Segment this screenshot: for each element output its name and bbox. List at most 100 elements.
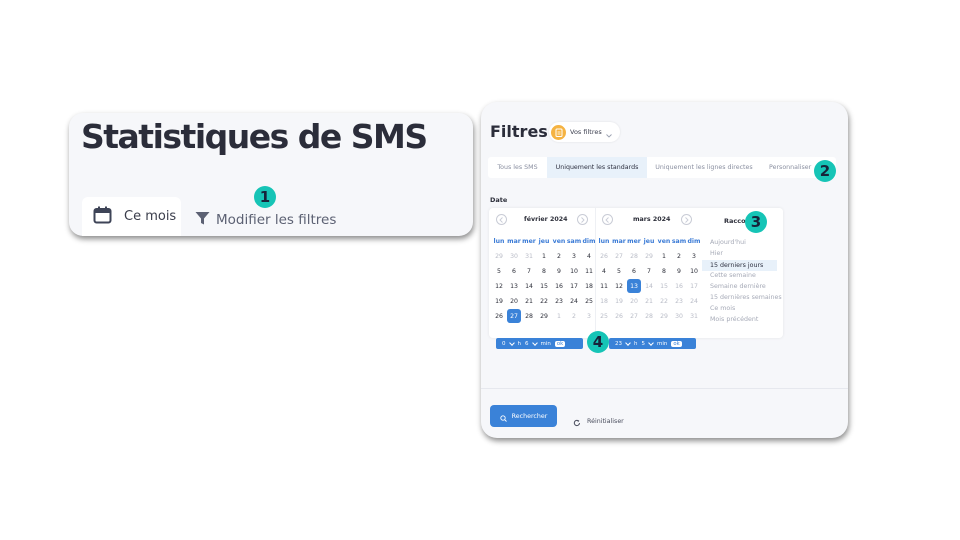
- calendar-day[interactable]: 22: [537, 294, 551, 308]
- end-time-ok-button[interactable]: ok: [671, 340, 682, 347]
- calendar-day[interactable]: 5: [492, 264, 506, 278]
- calendar-day[interactable]: 31: [687, 309, 701, 323]
- calendar-day[interactable]: 5: [612, 264, 626, 278]
- reset-button-label: Réinitialiser: [587, 418, 624, 425]
- calendar-day[interactable]: 20: [507, 294, 521, 308]
- calendar-day[interactable]: 6: [627, 264, 641, 278]
- calendar-day[interactable]: 25: [582, 294, 596, 308]
- tab-standards-only[interactable]: Uniquement les standards: [547, 157, 647, 178]
- calendar-day[interactable]: 23: [672, 294, 686, 308]
- shortcut-today[interactable]: Aujourd'hui: [710, 239, 746, 246]
- calendar-day[interactable]: 16: [552, 279, 566, 293]
- calendar-day[interactable]: 1: [552, 309, 566, 323]
- calendar-day[interactable]: 3: [687, 249, 701, 263]
- calendar-day[interactable]: 13: [507, 279, 521, 293]
- calendar-day[interactable]: 24: [687, 294, 701, 308]
- calendar-day[interactable]: 29: [657, 309, 671, 323]
- calendar-day[interactable]: 27: [612, 249, 626, 263]
- calendar-day[interactable]: 21: [642, 294, 656, 308]
- saved-filters-dropdown[interactable]: Vos filtres: [549, 122, 620, 142]
- end-time-picker[interactable]: 23 h 5 min ok: [609, 338, 696, 349]
- calendar-day[interactable]: 2: [672, 249, 686, 263]
- calendar-day[interactable]: 23: [552, 294, 566, 308]
- calendar-day[interactable]: 10: [687, 264, 701, 278]
- calendar-day[interactable]: 3: [582, 309, 596, 323]
- calendar-day[interactable]: 9: [552, 264, 566, 278]
- calendar-day[interactable]: 12: [492, 279, 506, 293]
- calendar-day-selected[interactable]: 13: [627, 279, 641, 293]
- calendar-day[interactable]: 27: [627, 309, 641, 323]
- calendar-day[interactable]: 18: [597, 294, 611, 308]
- calendar-day[interactable]: 28: [522, 309, 536, 323]
- calendar-day[interactable]: 15: [537, 279, 551, 293]
- calendar-day[interactable]: 15: [657, 279, 671, 293]
- calendar-day[interactable]: 24: [567, 294, 581, 308]
- calendar-day[interactable]: 18: [582, 279, 596, 293]
- calendar-day[interactable]: 2: [567, 309, 581, 323]
- start-hours[interactable]: 0: [502, 341, 506, 347]
- calendar-day[interactable]: 30: [507, 249, 521, 263]
- calendar-day[interactable]: 30: [672, 309, 686, 323]
- shortcut-last-week[interactable]: Semaine dernière: [710, 283, 766, 290]
- end-hours[interactable]: 23: [615, 341, 622, 347]
- end-minutes[interactable]: 5: [642, 341, 646, 347]
- calendar-day[interactable]: 16: [672, 279, 686, 293]
- reset-button[interactable]: Réinitialiser: [573, 412, 624, 431]
- calendar-day[interactable]: 8: [657, 264, 671, 278]
- clipboard-icon: [551, 124, 566, 140]
- calendar-day[interactable]: 17: [687, 279, 701, 293]
- calendar-day[interactable]: 1: [657, 249, 671, 263]
- calendar-day[interactable]: 7: [642, 264, 656, 278]
- calendar-day[interactable]: 29: [642, 249, 656, 263]
- shortcut-last-15-weeks[interactable]: 15 dernières semaines: [710, 294, 782, 301]
- tab-all-sms[interactable]: Tous les SMS: [488, 157, 547, 178]
- period-tab-this-month[interactable]: Ce mois: [82, 197, 181, 236]
- shortcut-this-month[interactable]: Ce mois: [710, 305, 735, 312]
- calendar-day[interactable]: 29: [492, 249, 506, 263]
- calendar-day[interactable]: 10: [567, 264, 581, 278]
- calendar-day[interactable]: 14: [642, 279, 656, 293]
- calendar-day[interactable]: 7: [522, 264, 536, 278]
- calendar-day[interactable]: 11: [597, 279, 611, 293]
- calendar-day[interactable]: 21: [522, 294, 536, 308]
- calendar-day[interactable]: 29: [537, 309, 551, 323]
- calendar-day[interactable]: 2: [552, 249, 566, 263]
- calendar-day[interactable]: 3: [567, 249, 581, 263]
- calendar-day[interactable]: 19: [492, 294, 506, 308]
- calendar-day[interactable]: 12: [612, 279, 626, 293]
- shortcut-previous-month[interactable]: Mois précédent: [710, 316, 758, 323]
- calendar-day[interactable]: 22: [657, 294, 671, 308]
- calendar-day[interactable]: 28: [627, 249, 641, 263]
- search-button-label: Rechercher: [511, 412, 548, 420]
- tab-direct-lines-only[interactable]: Uniquement les lignes directes: [647, 157, 761, 178]
- calendar-day[interactable]: 17: [567, 279, 581, 293]
- calendar-day[interactable]: 11: [582, 264, 596, 278]
- calendar-day[interactable]: 28: [642, 309, 656, 323]
- start-minutes[interactable]: 6: [525, 341, 529, 347]
- calendar-day[interactable]: 26: [597, 249, 611, 263]
- modify-filters-label: Modifier les filtres: [216, 212, 337, 228]
- calendar-day[interactable]: 26: [612, 309, 626, 323]
- prev-month-button[interactable]: [496, 214, 507, 225]
- calendar-day[interactable]: 1: [537, 249, 551, 263]
- search-button[interactable]: Rechercher: [490, 405, 557, 427]
- calendar-day[interactable]: 25: [597, 309, 611, 323]
- calendar-day[interactable]: 19: [612, 294, 626, 308]
- calendar-day[interactable]: 20: [627, 294, 641, 308]
- start-time-ok-button[interactable]: ok: [554, 340, 566, 347]
- calendar-day[interactable]: 4: [582, 249, 596, 263]
- calendar-day[interactable]: 6: [507, 264, 521, 278]
- calendar-day[interactable]: 26: [492, 309, 506, 323]
- start-time-picker[interactable]: 0 h 6 min ok: [496, 338, 583, 349]
- calendar-day[interactable]: 9: [672, 264, 686, 278]
- calendar-day[interactable]: 31: [522, 249, 536, 263]
- calendar-day[interactable]: 4: [597, 264, 611, 278]
- modify-filters-button[interactable]: Modifier les filtres: [195, 209, 336, 231]
- shortcut-last-15-days[interactable]: 15 derniers jours: [702, 260, 777, 271]
- shortcut-yesterday[interactable]: Hier: [710, 250, 723, 257]
- calendar-day-selected[interactable]: 27: [507, 309, 521, 323]
- calendar-day[interactable]: 8: [537, 264, 551, 278]
- calendar-day[interactable]: 14: [522, 279, 536, 293]
- next-month-button[interactable]: [681, 214, 692, 225]
- shortcut-this-week[interactable]: Cette semaine: [710, 272, 756, 279]
